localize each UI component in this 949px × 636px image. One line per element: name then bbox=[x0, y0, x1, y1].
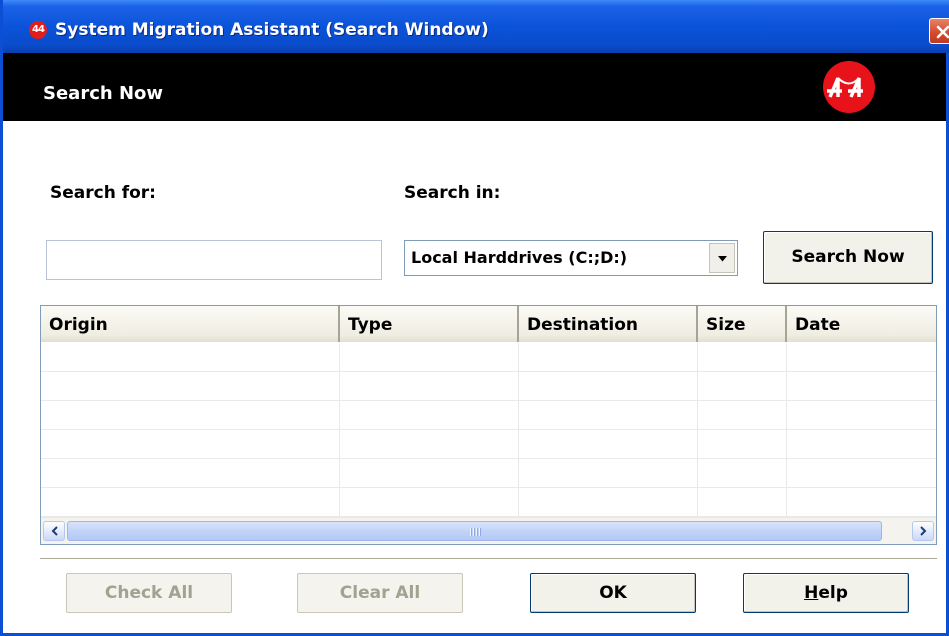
divider bbox=[40, 558, 937, 560]
column-header-destination[interactable]: Destination bbox=[519, 306, 698, 342]
help-mnemonic: H bbox=[804, 583, 819, 603]
check-all-button[interactable]: Check All bbox=[66, 573, 232, 613]
banner-title: Search Now bbox=[43, 83, 164, 104]
table-header: Origin Type Destination Size Date bbox=[41, 306, 936, 342]
table-body bbox=[41, 343, 936, 517]
search-in-label: Search in: bbox=[404, 183, 501, 203]
close-icon bbox=[936, 25, 949, 39]
table-row[interactable] bbox=[41, 343, 936, 372]
table-row[interactable] bbox=[41, 372, 936, 401]
clear-all-button[interactable]: Clear All bbox=[297, 573, 463, 613]
brand-logo-icon bbox=[823, 61, 875, 113]
column-header-date[interactable]: Date bbox=[787, 306, 936, 342]
results-table[interactable]: Origin Type Destination Size Date bbox=[40, 305, 937, 545]
chevron-down-icon bbox=[718, 256, 727, 262]
table-row[interactable] bbox=[41, 488, 936, 517]
table-row[interactable] bbox=[41, 401, 936, 430]
search-now-button[interactable]: Search Now bbox=[763, 231, 933, 284]
column-header-size[interactable]: Size bbox=[698, 306, 787, 342]
dropdown-arrow-button[interactable] bbox=[709, 243, 735, 273]
search-for-input[interactable] bbox=[46, 240, 382, 280]
help-label: elp bbox=[818, 583, 848, 603]
column-header-origin[interactable]: Origin bbox=[41, 306, 340, 342]
horizontal-scrollbar[interactable] bbox=[41, 517, 936, 544]
search-in-selected-value: Local Harddrives (C:;D:) bbox=[411, 248, 628, 267]
search-window: 44 System Migration Assistant (Search Wi… bbox=[0, 0, 949, 636]
search-in-dropdown[interactable]: Local Harddrives (C:;D:) bbox=[404, 240, 738, 276]
chevron-right-icon bbox=[920, 526, 927, 536]
header-banner: Search Now bbox=[3, 53, 946, 121]
scrollbar-thumb[interactable] bbox=[67, 521, 882, 541]
table-row[interactable] bbox=[41, 430, 936, 459]
scrollbar-grip-icon bbox=[470, 528, 481, 536]
close-button[interactable] bbox=[929, 18, 949, 44]
ok-button[interactable]: OK bbox=[530, 573, 696, 613]
column-header-type[interactable]: Type bbox=[340, 306, 519, 342]
scroll-left-button[interactable] bbox=[43, 521, 65, 541]
app-logo-icon: 44 bbox=[29, 21, 47, 39]
scroll-right-button[interactable] bbox=[912, 521, 934, 541]
help-button[interactable]: Help bbox=[743, 573, 909, 613]
title-bar[interactable]: 44 System Migration Assistant (Search Wi… bbox=[3, 0, 949, 53]
chevron-left-icon bbox=[51, 526, 58, 536]
table-row[interactable] bbox=[41, 459, 936, 488]
window-title: System Migration Assistant (Search Windo… bbox=[55, 20, 489, 40]
search-for-label: Search for: bbox=[50, 183, 156, 203]
